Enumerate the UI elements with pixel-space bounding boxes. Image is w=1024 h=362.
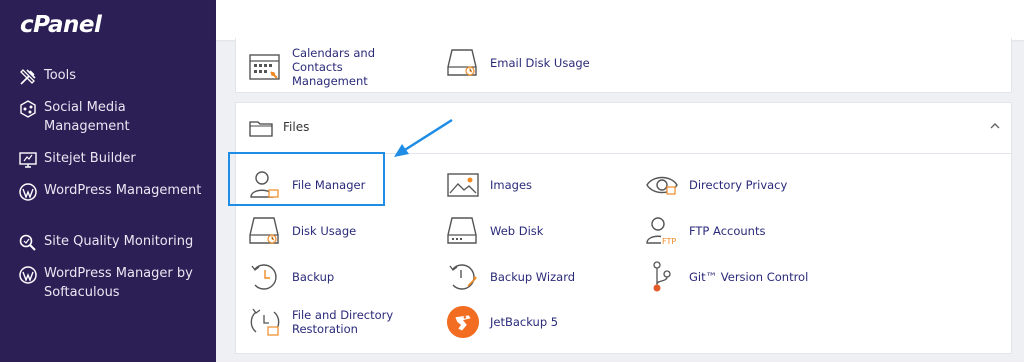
jetbackup-icon [446, 305, 480, 339]
tool-ftp-accounts[interactable]: FTP FTP Accounts [645, 214, 765, 248]
tools-icon [20, 69, 36, 85]
tool-web-disk[interactable]: Web Disk [446, 214, 543, 248]
sidebar-item-label: WordPress Manager by Softaculous [44, 266, 193, 300]
eye-icon [645, 168, 679, 202]
wordpress-icon [19, 183, 37, 201]
calendar-icon [248, 50, 282, 84]
tool-label: Git™ Version Control [689, 270, 809, 284]
tool-label: Directory Privacy [689, 178, 788, 192]
sidebar: cPanel Tools Social Media Management Sit… [0, 0, 216, 362]
sidebar-item-social-media[interactable]: Social Media Management [18, 98, 214, 136]
backup-icon [248, 260, 282, 294]
sidebar-item-wordpress[interactable]: WordPress Management [18, 181, 214, 202]
tool-backup-wizard[interactable]: Backup Wizard [446, 260, 575, 294]
tool-label: Backup [292, 270, 335, 284]
tool-label: Backup Wizard [490, 270, 576, 284]
top-bar [216, 0, 1024, 40]
email-panel: Calendars and Contacts Management Email … [235, 38, 1012, 93]
tool-disk-usage[interactable]: Disk Usage [248, 214, 356, 248]
disk-usage-icon [248, 214, 282, 248]
tool-git-version-control[interactable]: Git™ Version Control [645, 260, 808, 294]
sidebar-item-tools[interactable]: Tools [18, 66, 214, 87]
files-panel: Files File Manager Images Directory Priv… [235, 102, 1012, 354]
tool-label: Calendars and Contacts Management [292, 46, 375, 88]
cpanel-logo[interactable]: cPanel [20, 12, 102, 38]
sitejet-icon [19, 152, 37, 168]
disk-usage-icon [446, 46, 480, 80]
files-panel-header[interactable]: Files [236, 103, 1011, 154]
restore-icon [248, 305, 282, 339]
sidebar-item-label: Sitejet Builder [44, 151, 136, 166]
sidebar-item-sitejet[interactable]: Sitejet Builder [18, 149, 214, 170]
tool-jetbackup[interactable]: JetBackup 5 [446, 305, 558, 339]
tool-label: JetBackup 5 [490, 315, 559, 329]
tool-backup[interactable]: Backup [248, 260, 334, 294]
images-icon [446, 168, 480, 202]
web-disk-icon [446, 214, 480, 248]
tool-images[interactable]: Images [446, 168, 532, 202]
tool-label: Email Disk Usage [490, 56, 590, 70]
tool-email-disk-usage[interactable]: Email Disk Usage [446, 46, 590, 80]
sidebar-item-label: Tools [44, 68, 77, 83]
tool-label: Web Disk [490, 224, 544, 238]
chevron-up-icon[interactable] [989, 121, 1001, 131]
site-quality-icon [19, 234, 36, 251]
social-media-icon [20, 100, 36, 118]
folder-icon [249, 121, 273, 137]
pointer-arrow-icon [394, 118, 453, 157]
wordpress-icon [19, 266, 37, 284]
tool-calendars-contacts[interactable]: Calendars and Contacts Management [248, 46, 422, 88]
ftp-icon: FTP [645, 214, 679, 248]
tool-file-directory-restoration[interactable]: File and Directory Restoration [248, 305, 402, 339]
backup-wizard-icon [446, 260, 480, 294]
sidebar-item-wordpress-manager[interactable]: WordPress Manager by Softaculous [18, 264, 214, 302]
tool-label: Disk Usage [292, 224, 357, 238]
sidebar-item-label: WordPress Management [44, 183, 202, 198]
tool-label: File and Directory Restoration [292, 308, 394, 336]
file-manager-highlight-box [228, 152, 385, 206]
tool-label: FTP Accounts [689, 224, 766, 238]
tool-directory-privacy[interactable]: Directory Privacy [645, 168, 787, 202]
sidebar-item-label: Site Quality Monitoring [44, 234, 194, 249]
sidebar-item-label: Social Media Management [44, 100, 130, 134]
sidebar-item-site-quality[interactable]: Site Quality Monitoring [18, 232, 214, 253]
svg-text:FTP: FTP [662, 237, 676, 246]
git-icon [645, 260, 679, 294]
tool-label: Images [490, 178, 533, 192]
files-panel-title: Files [283, 120, 310, 134]
